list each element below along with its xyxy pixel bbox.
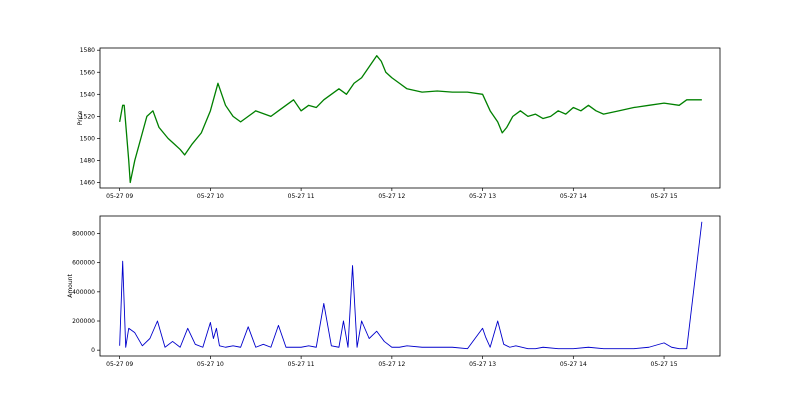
amount-x-tick-label: 05-27 13 xyxy=(469,361,496,368)
price-y-tick-label: 1540 xyxy=(80,91,95,98)
price-x-tick-label: 05-27 10 xyxy=(197,193,224,200)
price-x-tick-label: 05-27 12 xyxy=(378,193,405,200)
amount-y-tick-label: 0 xyxy=(91,347,95,354)
amount-x-tick-label: 05-27 15 xyxy=(651,361,678,368)
amount-x-tick-label: 05-27 14 xyxy=(560,361,587,368)
price-x-tick-label: 05-27 11 xyxy=(288,193,315,200)
price-x-tick-label: 05-27 13 xyxy=(469,193,496,200)
price-y-tick-label: 1560 xyxy=(80,69,95,76)
amount-x-tick-label: 05-27 11 xyxy=(288,361,315,368)
price-y-tick-label: 1480 xyxy=(80,157,95,164)
amount-x-tick-label: 05-27 09 xyxy=(106,361,133,368)
figure: 05-27 09 05-27 10 05-27 11 05-27 12 05-27 13… xyxy=(0,0,800,400)
price-x-tick-label: 05-27 14 xyxy=(560,193,587,200)
price-y-tick-label: 1500 xyxy=(80,135,95,142)
price-x-tick-label: 05-27 15 xyxy=(651,193,678,200)
amount-x-tick-label: 05-27 12 xyxy=(378,361,405,368)
amount-x-tick-label: 05-27 10 xyxy=(197,361,224,368)
amount-y-tick-label: 600000 xyxy=(72,260,95,267)
amount-y-axis-label: Amount xyxy=(67,274,74,298)
amount-y-tick-label: 800000 xyxy=(72,231,95,238)
price-y-tick-label: 1580 xyxy=(80,47,95,54)
amount-y-tick-label: 400000 xyxy=(72,289,95,296)
price-x-tick-label: 05-27 09 xyxy=(106,193,133,200)
amount-y-tick-label: 200000 xyxy=(72,318,95,325)
price-y-axis-label: Price xyxy=(77,110,84,125)
price-y-tick-label: 1460 xyxy=(80,179,95,186)
